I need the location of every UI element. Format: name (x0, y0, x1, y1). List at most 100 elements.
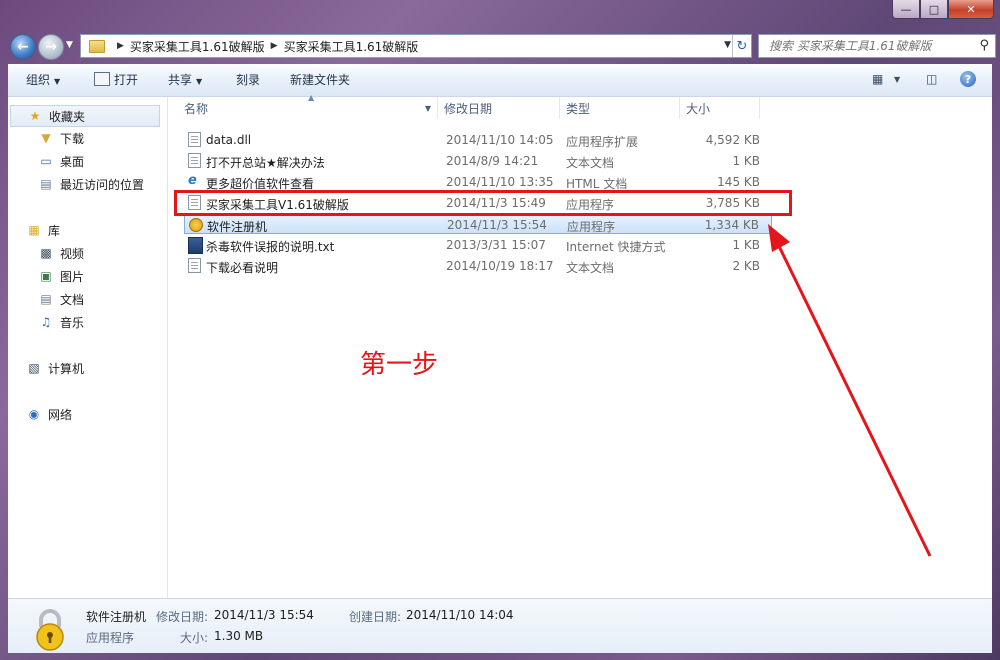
lock-app-icon (189, 218, 203, 232)
details-type: 应用程序 (86, 631, 135, 645)
file-type: Internet 快捷方式 (566, 240, 666, 254)
file-name: 下载必看说明 (206, 261, 279, 275)
column-header-date[interactable]: 修改日期 (438, 97, 560, 119)
maximize-button[interactable]: □ (920, 0, 948, 19)
sidebar-item-favorites[interactable]: ★ 收藏夹 (10, 105, 160, 127)
chevron-right-icon[interactable]: ▶ (271, 41, 278, 51)
forward-arrow-icon: → (45, 39, 57, 55)
column-header-label: 名称 (184, 101, 209, 116)
command-bar: 组织 ▼ 打开 共享 ▼ 刻录 新建文件夹 ▦ ▼ ◫ ? (8, 64, 992, 97)
explorer-window: — □ ✕ ← → ▼ ▶ 买家采集工具1.61破解版 ▶ 买家采集工具1.61… (0, 0, 1000, 660)
file-size: 145 KB (717, 175, 760, 189)
file-size: 1,334 KB (704, 218, 759, 232)
details-modified-label: 修改日期: (156, 610, 209, 624)
sidebar-item-documents[interactable]: ▤ 文档 (38, 289, 84, 309)
text-file-icon (188, 258, 201, 273)
downloads-folder-icon: ▼ (41, 131, 51, 145)
file-date: 2014/11/3 15:54 (447, 218, 547, 232)
table-row-selected[interactable]: 软件注册机 2014/11/3 15:54 应用程序 1,334 KB (184, 214, 772, 234)
minimize-button[interactable]: — (892, 0, 920, 19)
video-icon: ▩ (40, 246, 52, 260)
details-created-label: 创建日期: (349, 610, 402, 624)
arrow-shaft (774, 239, 932, 557)
desktop-icon: ▭ (40, 154, 52, 168)
column-header-type[interactable]: 类型 (560, 97, 680, 119)
search-input[interactable] (767, 38, 971, 54)
sidebar-item-computer[interactable]: ▧ 计算机 (26, 358, 84, 378)
chevron-right-icon[interactable]: ▶ (117, 41, 124, 51)
sidebar-item-label: 库 (48, 223, 61, 238)
table-row[interactable]: data.dll 2014/11/10 14:05 应用程序扩展 4,592 K… (184, 130, 772, 150)
table-row[interactable]: 杀毒软件误报的说明.txt 2013/3/31 15:07 Internet 快… (184, 235, 772, 255)
sidebar-item-libraries[interactable]: ▦ 库 (26, 220, 60, 240)
sidebar-item-recent-places[interactable]: ▤ 最近访问的位置 (38, 174, 144, 194)
refresh-icon: ↻ (736, 38, 748, 54)
search-box[interactable]: ⚲ (758, 34, 996, 58)
file-type: 应用程序 (567, 220, 616, 234)
step-label: 第一步 (360, 350, 439, 380)
share-button[interactable]: 共享 ▼ (168, 71, 202, 88)
refresh-button[interactable]: ↻ (732, 35, 751, 57)
details-size-value: 1.30 MB (214, 629, 264, 643)
new-folder-button[interactable]: 新建文件夹 (290, 71, 350, 88)
file-date: 2014/11/3 15:49 (446, 196, 546, 210)
column-header-label: 修改日期 (444, 101, 493, 116)
computer-icon: ▧ (28, 361, 40, 375)
organize-button[interactable]: 组织 ▼ (26, 71, 60, 88)
sidebar-item-music[interactable]: ♫ 音乐 (38, 312, 84, 332)
sidebar-item-downloads[interactable]: ▼ 下载 (38, 128, 84, 148)
dropdown-arrow-icon: ▼ (196, 77, 203, 86)
file-date: 2014/11/10 13:35 (446, 175, 554, 189)
sidebar-item-label: 下载 (60, 131, 85, 146)
burn-button[interactable]: 刻录 (236, 71, 260, 88)
breadcrumb-item[interactable]: 买家采集工具1.61破解版 (130, 38, 265, 55)
column-header-name[interactable]: 名称 ▼ (178, 97, 438, 119)
table-row[interactable]: 买家采集工具V1.61破解版 2014/11/3 15:49 应用程序 3,78… (184, 193, 772, 213)
pictures-icon: ▣ (40, 269, 52, 283)
file-size: 1 KB (732, 154, 760, 168)
recent-places-icon: ▤ (40, 177, 52, 191)
navigation-bar: ← → ▼ ▶ 买家采集工具1.61破解版 ▶ 买家采集工具1.61破解版 ▼ … (8, 32, 996, 60)
dropdown-arrow-icon: ▼ (54, 77, 61, 86)
search-icon[interactable]: ⚲ (979, 38, 989, 53)
network-icon: ◉ (28, 407, 40, 421)
table-row[interactable]: 打不开总站★解决办法 2014/8/9 14:21 文本文档 1 KB (184, 151, 772, 171)
help-button[interactable]: ? (960, 71, 976, 87)
column-header-label: 类型 (566, 101, 591, 116)
recent-pages-dropdown[interactable]: ▼ (66, 40, 73, 50)
table-row[interactable]: 下载必看说明 2014/10/19 18:17 文本文档 2 KB (184, 256, 772, 276)
file-date: 2014/11/10 14:05 (446, 133, 554, 147)
text-file-icon (188, 153, 201, 168)
view-dropdown-icon[interactable]: ▼ (894, 75, 900, 84)
column-dropdown-icon[interactable]: ▼ (425, 104, 431, 113)
details-size-label: 大小: (180, 631, 209, 645)
address-bar[interactable]: ▶ 买家采集工具1.61破解版 ▶ 买家采集工具1.61破解版 ▼ ↻ (80, 34, 752, 58)
forward-button[interactable]: → (38, 34, 64, 60)
column-header-size[interactable]: 大小 (680, 97, 760, 119)
details-file-name: 软件注册机 (86, 610, 147, 624)
sidebar-item-network[interactable]: ◉ 网络 (26, 404, 72, 424)
file-size: 2 KB (732, 259, 760, 273)
back-button[interactable]: ← (10, 34, 36, 60)
address-dropdown-icon[interactable]: ▼ (724, 40, 731, 50)
file-type: 文本文档 (566, 261, 615, 275)
close-button[interactable]: ✕ (948, 0, 994, 19)
music-icon: ♫ (40, 315, 52, 329)
details-created-value: 2014/11/10 14:04 (406, 608, 514, 622)
sidebar-item-pictures[interactable]: ▣ 图片 (38, 266, 84, 286)
file-size: 1 KB (732, 238, 760, 252)
preview-pane-icon[interactable]: ◫ (926, 72, 937, 86)
sidebar-item-label: 最近访问的位置 (60, 177, 145, 192)
sidebar-item-desktop[interactable]: ▭ 桌面 (38, 151, 84, 171)
sidebar-item-label: 收藏夹 (49, 109, 86, 124)
open-button[interactable]: 打开 (94, 71, 138, 88)
file-size: 3,785 KB (705, 196, 760, 210)
view-options-icon[interactable]: ▦ (872, 72, 883, 86)
table-row[interactable]: e 更多超价值软件查看 2014/11/10 13:35 HTML 文档 145… (184, 172, 772, 192)
breadcrumb-item[interactable]: 买家采集工具1.61破解版 (284, 38, 419, 55)
sidebar-item-label: 文档 (60, 292, 85, 307)
window-caption-buttons: — □ ✕ (892, 0, 994, 20)
file-name: 买家采集工具V1.61破解版 (206, 198, 349, 212)
sidebar-item-videos[interactable]: ▩ 视频 (38, 243, 84, 263)
library-icon: ▦ (28, 223, 40, 237)
